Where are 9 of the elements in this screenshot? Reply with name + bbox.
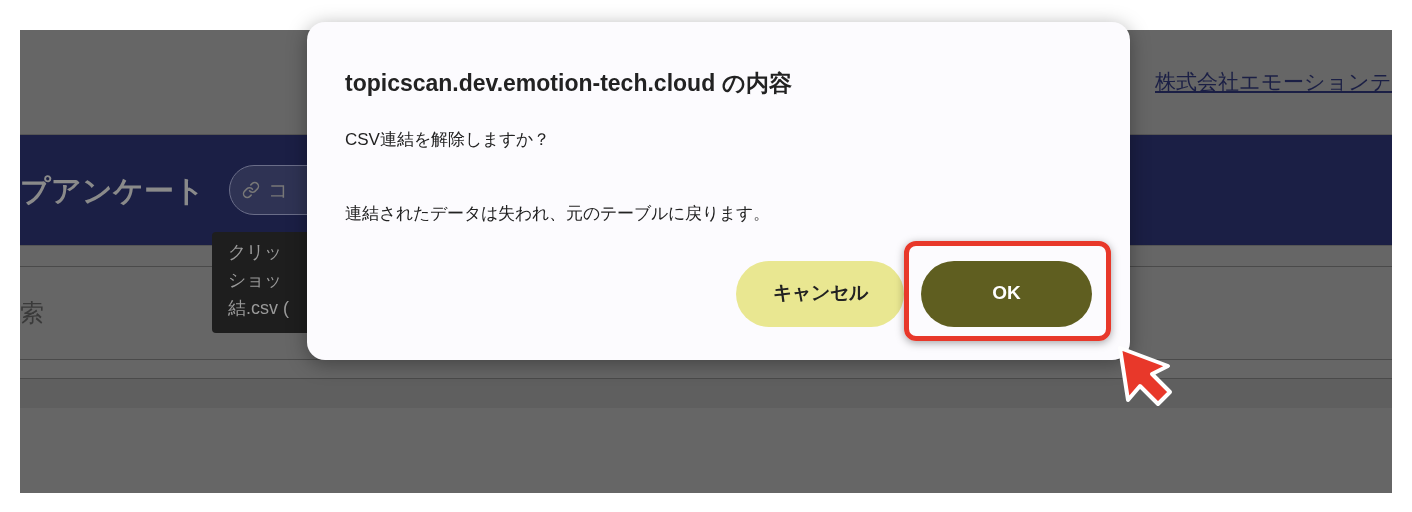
tooltip-text: ショッ xyxy=(228,269,282,292)
ok-button[interactable]: OK xyxy=(921,260,1092,327)
tooltip-text: 結.csv ( xyxy=(228,297,289,320)
tooltip-text: クリッ xyxy=(228,241,282,264)
link-icon xyxy=(242,181,260,199)
cancel-button[interactable]: キャンセル xyxy=(736,260,904,327)
dialog-title: topicscan.dev.emotion-tech.cloud の内容 xyxy=(345,69,792,98)
page-title: プアンケート xyxy=(20,172,205,209)
dialog-message: CSV連結を解除しますか？ xyxy=(345,128,550,151)
